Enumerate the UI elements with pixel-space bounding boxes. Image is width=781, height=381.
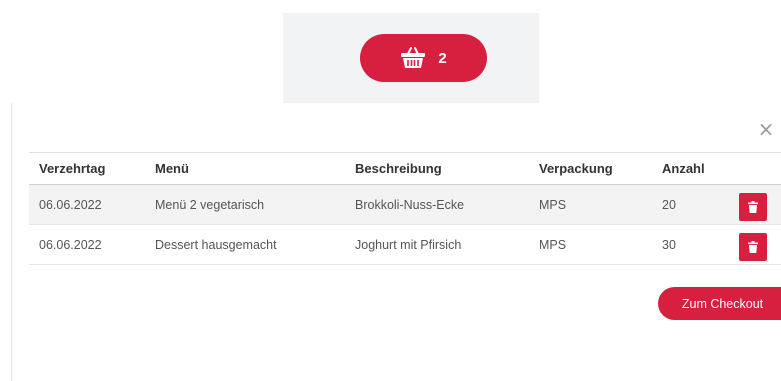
column-header-menu: Menü [145,152,345,185]
delete-row-button[interactable] [739,232,767,261]
cell-quantity: 30 [652,224,729,265]
delete-row-button[interactable] [739,192,767,221]
column-header-verpackung: Verpackung [529,152,652,185]
cart-count: 2 [438,49,447,67]
trash-icon [748,240,758,253]
cell-date: 06.06.2022 [29,224,145,265]
close-icon[interactable]: × [757,119,775,139]
basket-icon [400,47,426,69]
cell-menu: Menü 2 vegetarisch [145,184,345,225]
column-header-verzehrtag: Verzehrtag [29,152,145,185]
cell-description: Joghurt mit Pfirsich [345,224,529,265]
cart-table: Verzehrtag Menü Beschreibung Verpackung … [29,152,781,265]
checkout-button[interactable]: Zum Checkout [658,287,781,320]
cell-quantity: 20 [652,184,729,225]
cell-description: Brokkoli-Nuss-Ecke [345,184,529,225]
column-header-beschreibung: Beschreibung [345,152,529,185]
table-row: 06.06.2022 Menü 2 vegetarisch Brokkoli-N… [29,184,781,225]
cell-packaging: MPS [529,184,652,225]
table-header-row: Verzehrtag Menü Beschreibung Verpackung … [29,152,781,185]
cart-button[interactable]: 2 [360,34,487,82]
trash-icon [748,200,758,213]
column-header-anzahl: Anzahl [652,152,729,185]
dialog-left-border [11,103,12,381]
cart-table-container: Verzehrtag Menü Beschreibung Verpackung … [29,152,781,265]
cell-actions [729,224,781,265]
cell-actions [729,184,781,225]
cell-packaging: MPS [529,224,652,265]
column-header-actions [729,152,781,185]
cell-menu: Dessert hausgemacht [145,224,345,265]
table-row: 06.06.2022 Dessert hausgemacht Joghurt m… [29,224,781,265]
cell-date: 06.06.2022 [29,184,145,225]
cart-header-panel: 2 [283,13,539,103]
